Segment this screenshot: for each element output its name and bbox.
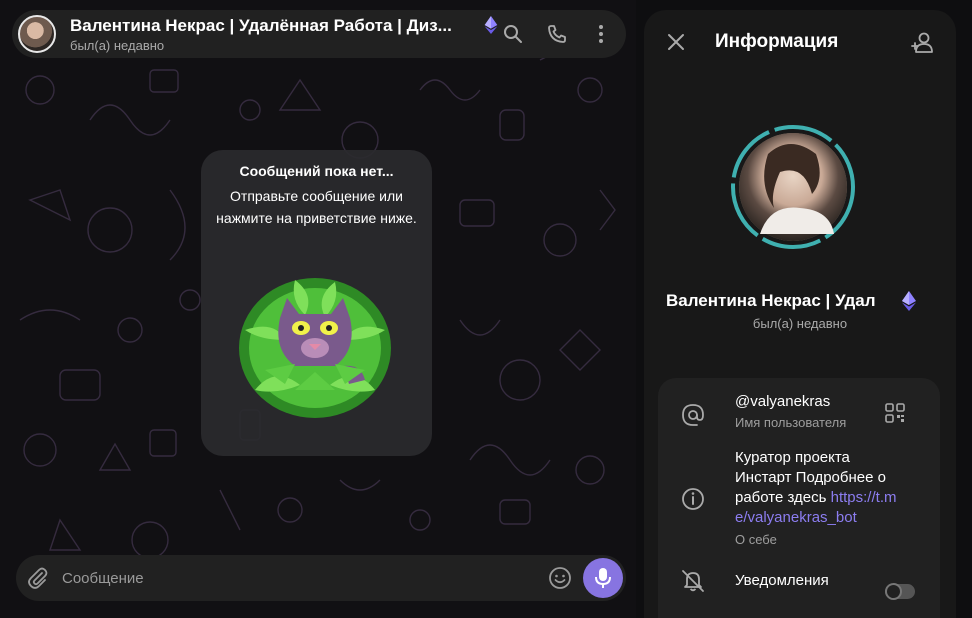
empty-chat-card: Сообщений пока нет... Отправьте сообщени… [201,150,432,456]
avatar[interactable] [18,15,56,53]
microphone-icon [595,568,611,588]
record-voice-button[interactable] [583,558,623,598]
username-value: @valyanekras [735,393,831,410]
call-button[interactable] [542,22,572,46]
username-row[interactable]: @valyanekras Имя пользователя [658,392,940,442]
notifications-label: Уведомления [735,572,829,589]
more-button[interactable] [586,22,616,46]
chat-status: был(а) недавно [70,37,165,53]
chat-title: Валентина Некрас | Удалённая Работа | Ди… [70,15,452,35]
notifications-toggle[interactable] [885,583,915,600]
chat-title-block[interactable]: Валентина Некрас | Удалённая Работа | Ди… [70,16,460,53]
message-composer [16,555,626,601]
info-panel: Информация Валентина Некрас | Удал был(а… [644,10,956,618]
chat-header[interactable]: Валентина Некрас | Удалённая Работа | Ди… [12,10,626,58]
message-input[interactable] [62,569,547,587]
profile-avatar[interactable] [730,124,856,250]
search-button[interactable] [498,22,528,46]
header-actions [498,22,616,46]
toggle-knob [885,583,902,600]
title-row: Валентина Некрас | Удалённая Работа | Ди… [70,16,460,36]
paperclip-icon[interactable] [26,566,50,590]
empty-title: Сообщений пока нет... [239,163,394,179]
close-icon[interactable] [664,30,688,54]
add-contact-icon[interactable] [910,30,936,56]
phone-icon [548,25,566,43]
empty-text: Отправьте сообщение или нажмите на приве… [216,188,417,226]
ethereum-gem-icon [484,16,498,34]
ethereum-gem-icon [902,291,916,311]
bio-label: О себе [735,532,777,547]
bell-off-icon [682,570,704,592]
search-icon [504,25,522,43]
info-panel-title: Информация [715,31,839,52]
at-sign-icon [682,404,704,426]
profile-status: был(а) недавно [752,316,848,331]
username-label: Имя пользователя [735,415,847,430]
info-card: @valyanekras Имя пользователя Куратор пр… [658,378,940,618]
telegram-window: Валентина Некрас | Удалённая Работа | Ди… [0,0,972,618]
info-panel-header: Информация [644,10,956,74]
qr-code-icon[interactable] [884,402,906,424]
chat-area: Валентина Некрас | Удалённая Работа | Ди… [0,0,636,618]
more-vertical-icon [599,25,603,43]
bio-row[interactable]: Куратор проекта Инстарт Подробнее о рабо… [658,448,940,558]
emoji-icon[interactable] [547,565,573,591]
bio-text: Куратор проекта Инстарт Подробнее о рабо… [735,448,903,528]
greeting-sticker[interactable] [235,270,395,420]
profile-name: Валентина Некрас | Удал [666,291,876,310]
info-icon [682,488,704,510]
